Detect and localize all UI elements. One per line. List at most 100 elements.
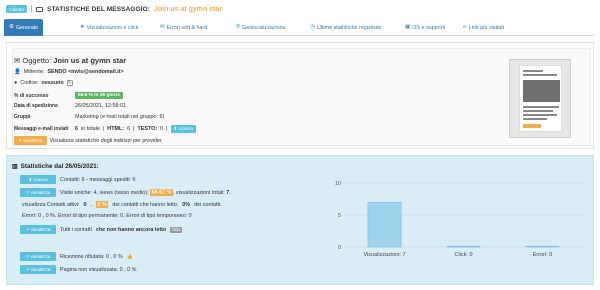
groups-label: Gruppi bbox=[14, 114, 31, 120]
download-label: scarica bbox=[178, 126, 193, 131]
preview-line bbox=[523, 114, 557, 116]
tab-bar: ⚙ Generale ➤ Visualizzazioni e click ✉ E… bbox=[4, 19, 596, 36]
download-stats-button[interactable]: ⬇ scarica bbox=[20, 175, 56, 184]
divider: | bbox=[166, 126, 168, 132]
external-link-icon: ↗ bbox=[25, 266, 30, 272]
all-contacts-text-a: Tutti i contatti bbox=[60, 226, 92, 233]
tab-geolocalizzazione[interactable]: ⚲ Geolocalizzazione bbox=[236, 19, 286, 36]
bar bbox=[525, 245, 560, 248]
envelope-icon: ✉ bbox=[160, 24, 165, 30]
sent-row: Messaggi e-mail inviati 6 in totale | HT… bbox=[14, 125, 196, 133]
message-subject: ✉ Oggetto: Join us at gymn star bbox=[14, 56, 126, 65]
visits-total: 7 bbox=[226, 189, 230, 196]
not-viewed-row: ↗ visualizza Pagina non visualizzata: 0 … bbox=[20, 265, 136, 274]
sender-label: Mittente: bbox=[23, 69, 45, 75]
success-badge: 66.6 % in 39 giorni bbox=[75, 92, 123, 99]
bar bbox=[446, 245, 481, 248]
code-value: nessuno bbox=[41, 80, 64, 86]
beta-badge: beta bbox=[170, 226, 183, 233]
active-rate-badge: 0 % bbox=[96, 201, 109, 208]
active-text-a: visualizza Contatti attivi: bbox=[22, 201, 80, 208]
tab-label: Link più visitati bbox=[468, 24, 504, 31]
tab-link-visitati[interactable]: ∞ Link più visitati bbox=[463, 19, 504, 36]
thumbs-up-icon: 👍 bbox=[126, 253, 133, 260]
stats-bar-chart: 0 5 10 Visualizzazioni: 7 Click: 0 Errori: 0 bbox=[300, 175, 590, 265]
view-all-contacts-button[interactable]: ↗ visualizza bbox=[20, 225, 56, 234]
preview-line bbox=[523, 110, 553, 112]
tab-label: Generale bbox=[15, 24, 39, 31]
testo-count: 0 bbox=[160, 126, 164, 132]
back-button[interactable]: Indietro bbox=[6, 5, 28, 13]
link-icon: ∞ bbox=[463, 24, 467, 30]
preview-line bbox=[523, 118, 547, 120]
page-title-subject: Join us at gymn star bbox=[154, 5, 223, 13]
view-all-contacts-label: visualizza bbox=[30, 226, 51, 232]
external-link-icon: ↗ bbox=[25, 226, 30, 232]
y-tick-label: 5 bbox=[338, 213, 341, 219]
all-contacts-text-b: che non hanno ancora letto bbox=[95, 226, 167, 233]
stats-title-text: Statistiche dal 26/05/2021: bbox=[20, 163, 99, 170]
date-value: 26/05/2021, 12:58:01 bbox=[75, 103, 126, 109]
view-refused-button[interactable]: ↗ visualizza bbox=[20, 252, 56, 261]
external-link-icon: ↗ bbox=[25, 253, 30, 259]
tab-os-supporti[interactable]: ▦ OS e supporti bbox=[405, 19, 445, 36]
tab-label: Ultime statistiche registrate bbox=[316, 24, 382, 31]
user-icon: 👤 bbox=[14, 69, 21, 75]
sent-label: Messaggi e-mail inviati bbox=[14, 126, 69, 132]
visits-row: ↗ visualizza Visite uniche: 4, views (ta… bbox=[20, 188, 231, 197]
view-refused-label: visualizza bbox=[30, 253, 51, 259]
active-text-b: dei contatti che hanno letto. bbox=[112, 201, 179, 208]
tab-label: Visualizzazioni e click bbox=[86, 24, 139, 31]
view-providers-label: visualizza bbox=[23, 137, 43, 143]
tab-label: Geolocalizzazione bbox=[242, 24, 286, 31]
preview-line bbox=[523, 74, 557, 76]
active-count: 0 bbox=[83, 201, 87, 208]
active-contacts-row: visualizza Contatti attivi: 0, 0 % dei c… bbox=[22, 201, 222, 208]
download-button[interactable]: ⬇ scarica bbox=[170, 125, 196, 133]
external-link-icon: ↗ bbox=[18, 137, 22, 143]
success-row: % di successo 66.6 % in 39 giorni bbox=[14, 92, 123, 99]
x-tick-label: Errori: 0 bbox=[533, 252, 553, 258]
sender-row: 👤 Mittente: SENDO <invio@sendomail.it> bbox=[14, 69, 124, 75]
visits-text-b: , visualizzazioni totali: bbox=[172, 189, 225, 196]
tab-visualizzazioni[interactable]: ➤ Visualizzazioni e click bbox=[80, 19, 138, 36]
y-tick-label: 10 bbox=[335, 181, 341, 187]
groups-value: Marketing (e-mail totali nel gruppo: 6) bbox=[75, 114, 165, 120]
refused-row: ↗ visualizza Ricezione rifiutata: 0 , 0 … bbox=[20, 252, 133, 261]
windows-icon: ▦ bbox=[405, 24, 411, 30]
not-viewed-text: Pagina non visualizzata: 0 , 0 % bbox=[60, 266, 137, 273]
date-row: Data di spedizione 26/05/2021, 12:58:01 bbox=[14, 103, 126, 109]
tab-ultime-statistiche[interactable]: ◷ Ultime statistiche registrate bbox=[310, 19, 382, 36]
tag-icon: ● bbox=[14, 80, 18, 86]
message-preview-thumbnail[interactable] bbox=[509, 59, 571, 138]
view-visits-button[interactable]: ↗ visualizza bbox=[20, 188, 56, 197]
html-label: HTML: bbox=[107, 126, 125, 132]
x-tick-label: Visualizzazioni: 7 bbox=[363, 252, 405, 258]
subject-label: Oggetto: bbox=[22, 56, 52, 65]
code-label: Codice: bbox=[20, 80, 39, 86]
groups-row: Gruppi Marketing (e-mail totali nel grup… bbox=[14, 114, 164, 120]
header-divider bbox=[31, 5, 33, 13]
tab-errori[interactable]: ✉ Errori soft & hard bbox=[160, 19, 207, 36]
page-title: STATISTICHE DEL MESSAGGIO: bbox=[47, 5, 151, 13]
bar bbox=[367, 201, 402, 248]
subject-value: Join us at gymn star bbox=[53, 56, 127, 65]
sent-total: 6 bbox=[75, 126, 78, 132]
edit-code-button[interactable]: ✎ bbox=[66, 80, 73, 86]
stats-title: ▥ Statistiche dal 26/05/2021: bbox=[12, 163, 99, 170]
divider: | bbox=[102, 126, 105, 132]
map-marker-icon: ⚲ bbox=[236, 24, 241, 30]
html-count: 6 bbox=[127, 126, 131, 132]
pencil-icon: ✎ bbox=[68, 80, 72, 85]
tab-generale[interactable]: ⚙ Generale bbox=[4, 19, 44, 36]
errors-text: Errori: 0 , 0 %. Errori di tipo permanen… bbox=[22, 213, 192, 219]
preview-line bbox=[523, 106, 559, 108]
date-label: Data di spedizione bbox=[14, 103, 58, 109]
errors-row: Errori: 0 , 0 %. Errori di tipo permanen… bbox=[22, 213, 192, 219]
view-not-viewed-button[interactable]: ↗ visualizza bbox=[20, 265, 56, 274]
visits-text: Visite uniche: 4, views (tasso medio): 6… bbox=[60, 189, 231, 196]
sent-total-suffix: in totale bbox=[81, 126, 100, 132]
view-providers-button[interactable]: ↗ visualizza bbox=[14, 136, 47, 145]
providers-row: ↗ visualizza Visualizza statistiche degl… bbox=[14, 136, 162, 145]
preview-line bbox=[523, 70, 543, 72]
